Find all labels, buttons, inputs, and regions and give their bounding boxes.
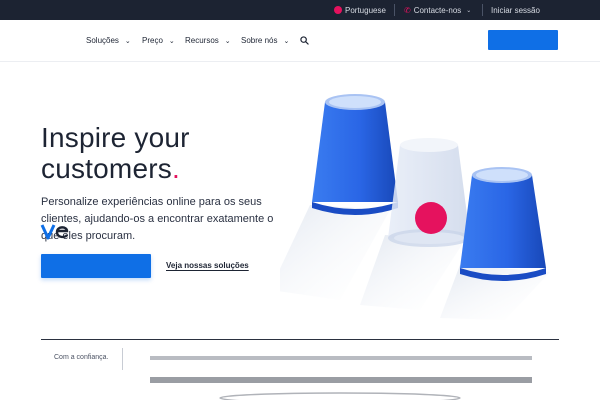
partner-logo (219, 392, 461, 400)
trust-divider-line (41, 339, 559, 340)
partner-logos (150, 356, 532, 400)
nav-item-recursos[interactable]: Recursos ⌄ (185, 36, 231, 45)
partner-logo (150, 356, 532, 360)
signin-link[interactable]: Iniciar sessão (491, 0, 540, 20)
main-navigation: Soluções ⌄ Preço ⌄ Recursos ⌄ Sobre nós … (0, 20, 600, 62)
contact-label: Contacte-nos (413, 5, 462, 15)
chevron-down-icon: ⌄ (283, 37, 290, 45)
trust-label: Com a confiança. (54, 354, 109, 361)
topbar-divider (482, 4, 483, 16)
nav-item-preco[interactable]: Preço ⌄ (142, 36, 175, 45)
globe-icon (334, 6, 342, 14)
phone-icon: ✆ (404, 5, 411, 15)
partner-logo (150, 377, 532, 383)
nav-item-sobre-nos[interactable]: Sobre nós ⌄ (241, 36, 289, 45)
chevron-down-icon: ⌄ (124, 37, 131, 45)
trust-vertical-divider (122, 348, 123, 370)
language-label: Portuguese (345, 5, 386, 15)
primary-cta-button[interactable] (41, 254, 151, 278)
blue-cup-left (312, 94, 398, 215)
hero-title-dot: . (171, 153, 180, 184)
nav-item-label: Recursos (185, 36, 219, 45)
hero-title: Inspire your customers. (41, 122, 301, 184)
view-solutions-link[interactable]: Veja nossas soluções (166, 261, 249, 270)
chevron-down-icon: ⌄ (466, 7, 472, 14)
top-utility-bar: Portuguese ✆ Contacte-nos ⌄ Iniciar sess… (0, 0, 600, 20)
hero-title-line1: Inspire your (41, 122, 190, 153)
nav-item-solucoes[interactable]: Soluções ⌄ (86, 36, 131, 45)
blue-cup-right (460, 167, 546, 281)
signin-label: Iniciar sessão (491, 5, 540, 15)
chevron-down-icon: ⌄ (224, 37, 231, 45)
hero-subtitle: Personalize experiências online para os … (41, 196, 274, 242)
nav-item-label: Soluções (86, 36, 119, 45)
language-selector[interactable]: Portuguese (334, 0, 386, 20)
chevron-down-icon: ⌄ (168, 37, 175, 45)
topbar-divider (394, 4, 395, 16)
nav-cta-button[interactable] (488, 30, 558, 50)
brand-logo-icon (40, 224, 69, 240)
contact-menu[interactable]: ✆ Contacte-nos ⌄ (404, 0, 471, 20)
search-icon[interactable] (300, 36, 309, 45)
hero-title-line2: customers (41, 153, 172, 184)
cups-illustration (280, 94, 550, 320)
red-ball (415, 202, 447, 234)
nav-item-label: Preço (142, 36, 163, 45)
nav-item-label: Sobre nós (241, 36, 278, 45)
